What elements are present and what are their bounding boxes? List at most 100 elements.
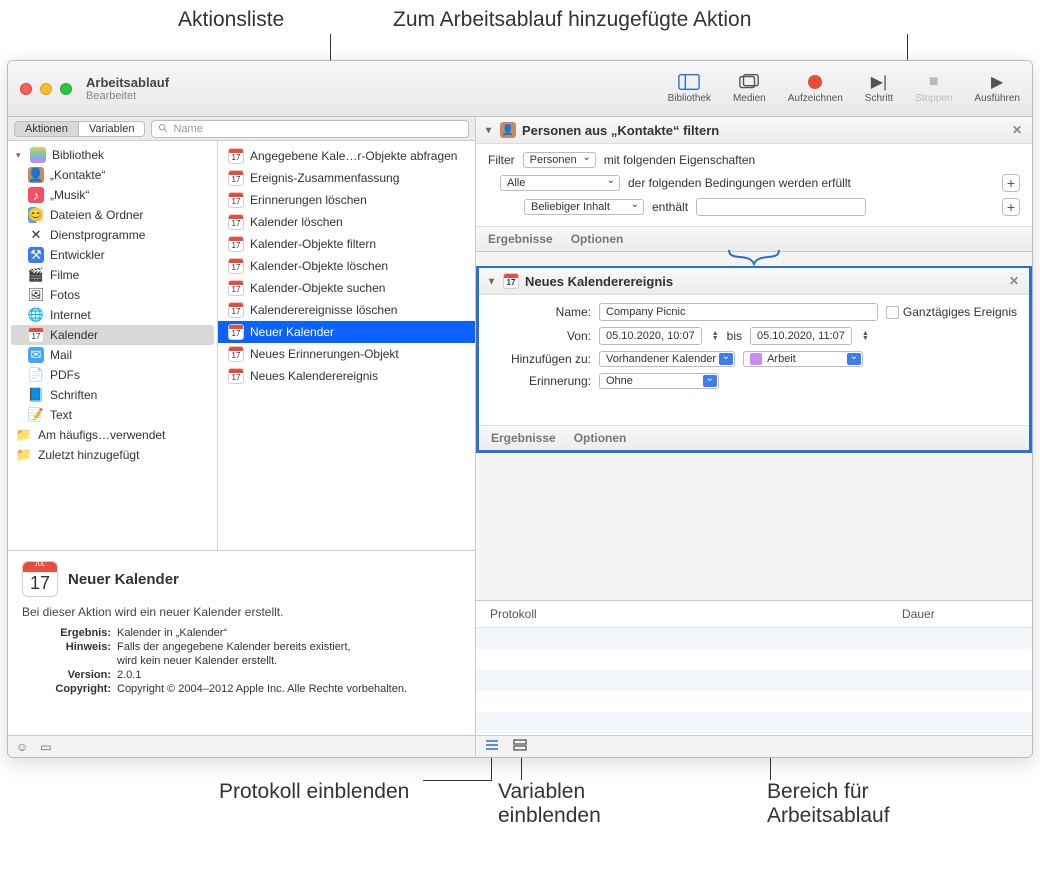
calendar-icon: 17 [228, 192, 244, 208]
calendar-icon: 17 [228, 236, 244, 252]
action-item[interactable]: 17Angegebene Kale…r-Objekte abfragen [218, 145, 475, 167]
library-icon [678, 73, 700, 91]
show-log-button[interactable] [484, 738, 500, 755]
toolbar-media[interactable]: Medien [733, 73, 766, 104]
sidebar-item-text[interactable]: 📝Text [8, 405, 217, 425]
pdf-icon: 📄 [28, 367, 44, 383]
toolbar-record[interactable]: Aufzeichnen [788, 73, 843, 104]
add-row-button[interactable]: + [1002, 198, 1020, 216]
toolbar-library[interactable]: Bibliothek [668, 73, 711, 104]
library-panel: Aktionen Variablen Name ▾ Bibliothek 👤„K… [8, 117, 476, 757]
workflow-action-new-event: ▾ 17 Neues Kalenderereignis ✕ Name: Comp… [476, 266, 1032, 453]
sidebar-item-calendar[interactable]: 17Kalender [11, 325, 214, 345]
action-item[interactable]: 17Kalenderereignisse löschen [218, 299, 475, 321]
close-button[interactable] [20, 83, 32, 95]
action-label: Kalender-Objekte suchen [250, 281, 385, 295]
calendar-icon: 17 [28, 327, 44, 343]
name-input[interactable]: Company Picnic [599, 303, 878, 321]
log-row [476, 628, 1032, 649]
stepper-icon[interactable]: ▲▼ [862, 331, 869, 341]
app-window: Arbeitsablauf Bearbeitet Bibliothek Medi… [7, 60, 1033, 758]
options-tab[interactable]: Optionen [574, 431, 627, 445]
card-header[interactable]: ▾ 👤 Personen aus „Kontakte“ filtern ✕ [476, 117, 1032, 144]
info-val: Kalender in „Kalender“ [117, 627, 461, 639]
sidebar-item-internet[interactable]: 🌐Internet [8, 305, 217, 325]
action-label: Erinnerungen löschen [250, 193, 367, 207]
outline-icon[interactable]: ▭ [40, 740, 51, 754]
sidebar-item-pdfs[interactable]: 📄PDFs [8, 365, 217, 385]
property-select[interactable]: Beliebiger Inhalt [524, 199, 644, 215]
toolbar-step[interactable]: ▶| Schritt [865, 73, 893, 104]
smile-icon[interactable]: ☺ [16, 740, 28, 754]
action-item[interactable]: 17Kalender-Objekte suchen [218, 277, 475, 299]
sidebar-item-contacts[interactable]: 👤„Kontakte“ [8, 165, 217, 185]
filter-select[interactable]: Personen [523, 152, 596, 168]
close-icon[interactable]: ✕ [1009, 274, 1019, 288]
text-icon: 📝 [28, 407, 44, 423]
sidebar-item-utilities[interactable]: ✕Dienstprogramme [8, 225, 217, 245]
calendar-icon: 17 [228, 214, 244, 230]
search-field[interactable]: Name [151, 120, 469, 138]
minimize-button[interactable] [40, 83, 52, 95]
to-date-input[interactable]: 05.10.2020, 11:07 [750, 327, 852, 345]
workflow-area[interactable]: ▾ 👤 Personen aus „Kontakte“ filtern ✕ Fi… [476, 117, 1032, 600]
sidebar-item-label: Dateien & Ordner [50, 208, 143, 222]
segment-variables[interactable]: Variablen [79, 122, 145, 136]
toolbar-stop[interactable]: ■ Stoppen [915, 73, 952, 104]
sidebar-item-fonts[interactable]: 📘Schriften [8, 385, 217, 405]
sidebar-item-developer[interactable]: ⚒Entwickler [8, 245, 217, 265]
sidebar-item-label: Entwickler [50, 248, 105, 262]
sidebar-recent-used[interactable]: 📁Am häufigs…verwendet [8, 425, 217, 445]
action-item[interactable]: 17Neues Kalenderereignis [218, 365, 475, 387]
value-input[interactable] [696, 198, 866, 216]
results-tab[interactable]: Ergebnisse [488, 232, 553, 246]
add-condition-button[interactable]: + [1002, 174, 1020, 192]
calendar-select[interactable]: Arbeit [743, 351, 863, 367]
calendar-icon: 17 [228, 258, 244, 274]
action-info-pane: JUL17 Neuer Kalender Bei dieser Aktion w… [8, 550, 475, 735]
stepper-icon[interactable]: ▲▼ [712, 331, 719, 341]
info-val: Falls der angegebene Kalender bereits ex… [117, 641, 461, 653]
library-footer: ☺ ▭ [8, 735, 475, 757]
log-col-protocol[interactable]: Protokoll [476, 607, 902, 621]
action-label: Kalender löschen [250, 215, 343, 229]
log-col-duration[interactable]: Dauer [902, 607, 1032, 621]
show-variables-button[interactable] [512, 738, 528, 755]
from-date-input[interactable]: 05.10.2020, 10:07 [599, 327, 702, 345]
zoom-button[interactable] [60, 83, 72, 95]
addto-select[interactable]: Vorhandener Kalender [599, 351, 735, 367]
sidebar-item-mail[interactable]: ✉Mail [8, 345, 217, 365]
allday-checkbox[interactable] [886, 306, 899, 319]
contacts-icon: 👤 [500, 122, 516, 138]
title-group: Arbeitsablauf Bearbeitet [86, 75, 169, 102]
options-tab[interactable]: Optionen [571, 232, 624, 246]
calendar-icon: 17 [228, 368, 244, 384]
remind-select[interactable]: Ohne [599, 373, 719, 389]
action-item[interactable]: 17Kalender-Objekte löschen [218, 255, 475, 277]
toolbar-run[interactable]: ▶ Ausführen [974, 73, 1020, 104]
sidebar-recent-added[interactable]: 📁Zuletzt hinzugefügt [8, 445, 217, 465]
sidebar-item-label: Internet [50, 308, 91, 322]
close-icon[interactable]: ✕ [1012, 123, 1022, 137]
sidebar-item-photos[interactable]: 🖼Fotos [8, 285, 217, 305]
action-item[interactable]: 17Ereignis-Zusammenfassung [218, 167, 475, 189]
sidebar-item-files[interactable]: 😊 Dateien & Ordner [8, 205, 217, 225]
sidebar-item-movies[interactable]: 🎬Filme [8, 265, 217, 285]
callout-line [423, 780, 492, 781]
action-item[interactable]: 17Kalender-Objekte filtern [218, 233, 475, 255]
sidebar-library-root[interactable]: ▾ Bibliothek [8, 145, 217, 165]
toolbar-label: Ausführen [974, 93, 1020, 104]
results-tab[interactable]: Ergebnisse [491, 431, 556, 445]
action-item[interactable]: 17 Erinnerungen löschen [218, 189, 475, 211]
workflow-panel: ▾ 👤 Personen aus „Kontakte“ filtern ✕ Fi… [476, 117, 1032, 757]
scope-select[interactable]: Alle [500, 175, 620, 191]
traffic-lights [20, 83, 72, 95]
card-header[interactable]: ▾ 17 Neues Kalenderereignis ✕ [479, 268, 1029, 295]
segment-actions[interactable]: Aktionen [15, 122, 79, 136]
action-label: Neues Erinnerungen-Objekt [250, 347, 399, 361]
action-item[interactable]: 17 Kalender löschen [218, 211, 475, 233]
sidebar-item-music[interactable]: ♪„Musik“ [8, 185, 217, 205]
finder-icon: 😊 [28, 207, 44, 223]
action-item[interactable]: 17Neues Erinnerungen-Objekt [218, 343, 475, 365]
action-item-selected[interactable]: 17Neuer Kalender [218, 321, 475, 343]
